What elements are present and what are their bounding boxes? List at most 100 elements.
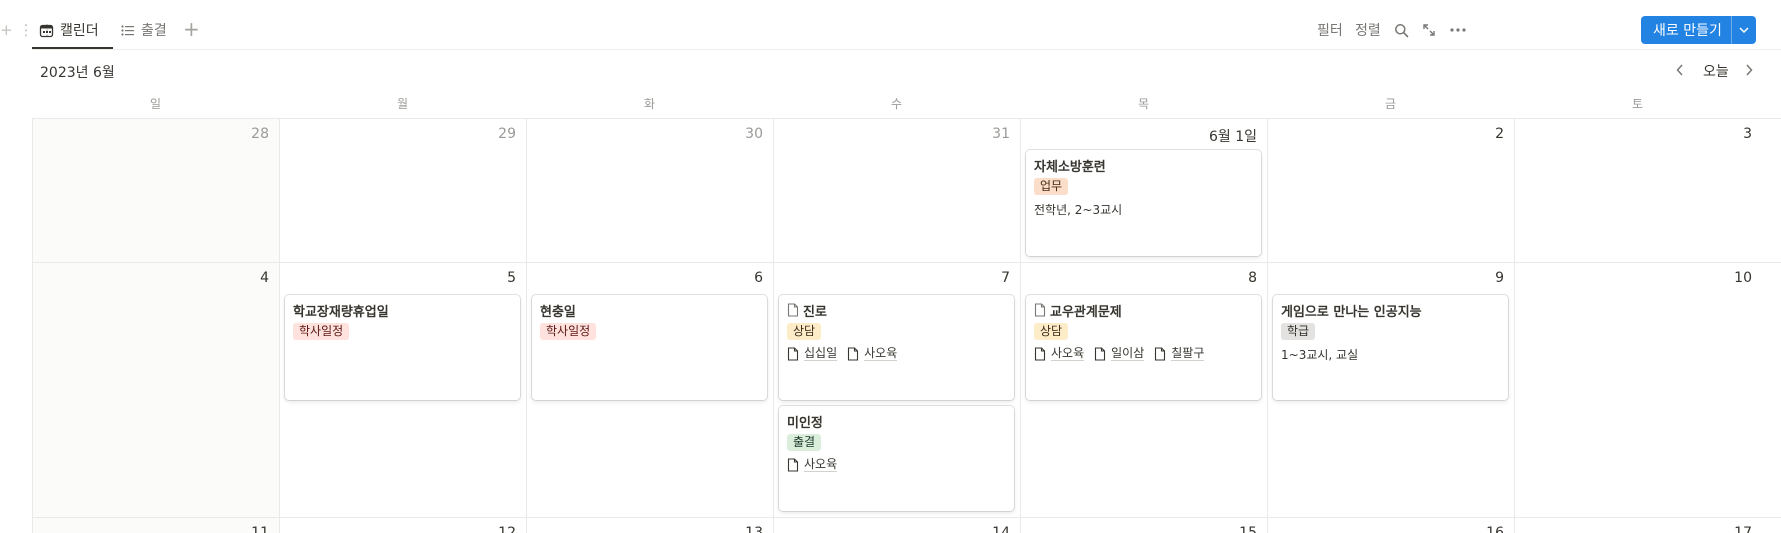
event-card[interactable]: 게임으로 만나는 인공지능 학급 1~3교시, 교실 — [1273, 295, 1508, 400]
day-cell[interactable]: 29 — [280, 119, 527, 263]
event-card[interactable]: 현충일 학사일정 — [532, 295, 767, 400]
more-icon[interactable] — [1449, 21, 1467, 39]
page-icon — [787, 346, 799, 361]
day-cell[interactable]: 2 — [1268, 119, 1515, 263]
event-detail: 전학년, 2~3교시 — [1034, 203, 1123, 217]
day-number: 4 — [260, 270, 269, 286]
day-number: 17 — [1734, 525, 1752, 533]
day-number: 7 — [1001, 270, 1010, 286]
event-card[interactable]: 진로 상담 십십일 사오육 — [779, 295, 1014, 400]
day-cell[interactable]: 12 — [280, 518, 527, 533]
event-title: 게임으로 만나는 인공지능 — [1281, 304, 1422, 320]
event-card[interactable]: 자체소방훈련 업무 전학년, 2~3교시 — [1026, 150, 1261, 256]
weekday-sun: 일 — [149, 97, 162, 111]
filter-button[interactable]: 필터 — [1317, 20, 1343, 40]
relation-list: 십십일 사오육 — [787, 346, 1006, 361]
calendar-icon — [39, 23, 54, 38]
event-title: 미인정 — [787, 415, 823, 431]
weekday-tue: 화 — [643, 97, 656, 111]
tab-calendar[interactable]: 캘린더 — [39, 19, 99, 41]
day-number: 31 — [992, 126, 1010, 142]
day-cell[interactable]: 4 — [33, 263, 280, 518]
day-cell[interactable]: 30 — [527, 119, 774, 263]
sort-button[interactable]: 정렬 — [1355, 20, 1381, 40]
day-cell[interactable]: 16 — [1268, 518, 1515, 533]
relation-list: 사오육 — [787, 457, 1006, 472]
tab-attendance[interactable]: 출결 — [120, 19, 167, 41]
chevron-right-icon[interactable] — [1741, 62, 1757, 78]
page-icon — [787, 303, 799, 317]
tag-badge: 학사일정 — [293, 323, 350, 340]
divider — [32, 49, 1781, 50]
event-card[interactable]: 학교장재량휴업일 학사일정 — [285, 295, 520, 400]
day-number: 3 — [1743, 126, 1752, 142]
relation-link[interactable]: 사오육 — [847, 346, 898, 361]
tag-badge: 상담 — [787, 323, 822, 340]
event-card[interactable]: 교우관계문제 상담 사오육 일이삼 칠팔구 — [1026, 295, 1261, 400]
day-number: 5 — [507, 270, 516, 286]
relation-link[interactable]: 칠팔구 — [1154, 346, 1205, 361]
page-icon — [1034, 346, 1046, 361]
day-number: 8 — [1248, 270, 1257, 286]
new-button-label: 새로 만들기 — [1653, 23, 1722, 39]
tab-attendance-label: 출결 — [141, 23, 167, 39]
page-icon — [1154, 346, 1166, 361]
day-number: 30 — [745, 126, 763, 142]
day-cell[interactable]: 31 — [774, 119, 1021, 263]
chevron-left-icon[interactable] — [1672, 62, 1688, 78]
tag-badge: 학급 — [1281, 323, 1316, 340]
relation-link[interactable]: 사오육 — [787, 457, 838, 472]
day-number: 2 — [1495, 126, 1504, 142]
day-number: 13 — [745, 525, 763, 533]
tag-badge: 업무 — [1034, 178, 1069, 195]
day-number: 29 — [498, 126, 516, 142]
day-cell[interactable]: 13 — [527, 518, 774, 533]
event-title: 자체소방훈련 — [1034, 159, 1106, 175]
page-icon — [1094, 346, 1106, 361]
day-cell[interactable]: 3 — [1515, 119, 1781, 263]
page-icon — [847, 346, 859, 361]
tag-badge: 상담 — [1034, 323, 1069, 340]
day-number: 16 — [1486, 525, 1504, 533]
day-cell[interactable]: 11 — [33, 518, 280, 533]
weekday-fri: 금 — [1384, 97, 1397, 111]
weekday-wed: 수 — [890, 97, 903, 111]
day-cell[interactable]: 14 — [774, 518, 1021, 533]
day-number: 14 — [992, 525, 1010, 533]
day-number: 6월 1일 — [1208, 129, 1257, 145]
add-view-icon[interactable]: + — [183, 18, 200, 40]
event-card[interactable]: 미인정 출결 사오육 — [779, 406, 1014, 511]
day-number: 28 — [251, 126, 269, 142]
page-icon — [1034, 303, 1046, 317]
expand-icon[interactable] — [1420, 21, 1438, 39]
day-cell[interactable]: 17 — [1515, 518, 1781, 533]
day-number: 11 — [251, 525, 269, 533]
relation-link[interactable]: 일이삼 — [1094, 346, 1145, 361]
relation-link[interactable]: 사오육 — [1034, 346, 1085, 361]
day-number: 15 — [1239, 525, 1257, 533]
event-detail: 1~3교시, 교실 — [1281, 348, 1359, 362]
list-icon — [120, 23, 135, 38]
day-cell[interactable]: 15 — [1021, 518, 1268, 533]
day-cell[interactable]: 28 — [33, 119, 280, 263]
tag-badge: 출결 — [787, 434, 822, 451]
day-number: 12 — [498, 525, 516, 533]
today-button[interactable]: 오늘 — [1703, 61, 1729, 81]
event-title: 진로 — [787, 301, 1006, 320]
day-cell[interactable]: 10 — [1515, 263, 1781, 518]
day-number: 9 — [1495, 270, 1504, 286]
page-icon — [787, 457, 799, 472]
tag-badge: 학사일정 — [540, 323, 597, 340]
weekday-sat: 토 — [1631, 97, 1644, 111]
tab-calendar-label: 캘린더 — [60, 23, 99, 39]
event-title: 교우관계문제 — [1034, 301, 1253, 320]
day-number: 6 — [754, 270, 763, 286]
new-button[interactable]: 새로 만들기 — [1641, 16, 1756, 44]
search-icon[interactable] — [1392, 21, 1410, 39]
event-title: 현충일 — [540, 304, 576, 320]
event-title: 학교장재량휴업일 — [293, 304, 389, 320]
day-number: 10 — [1734, 270, 1752, 286]
chevron-down-icon[interactable] — [1732, 27, 1756, 33]
relation-link[interactable]: 십십일 — [787, 346, 838, 361]
relation-list: 사오육 일이삼 칠팔구 — [1034, 346, 1253, 361]
